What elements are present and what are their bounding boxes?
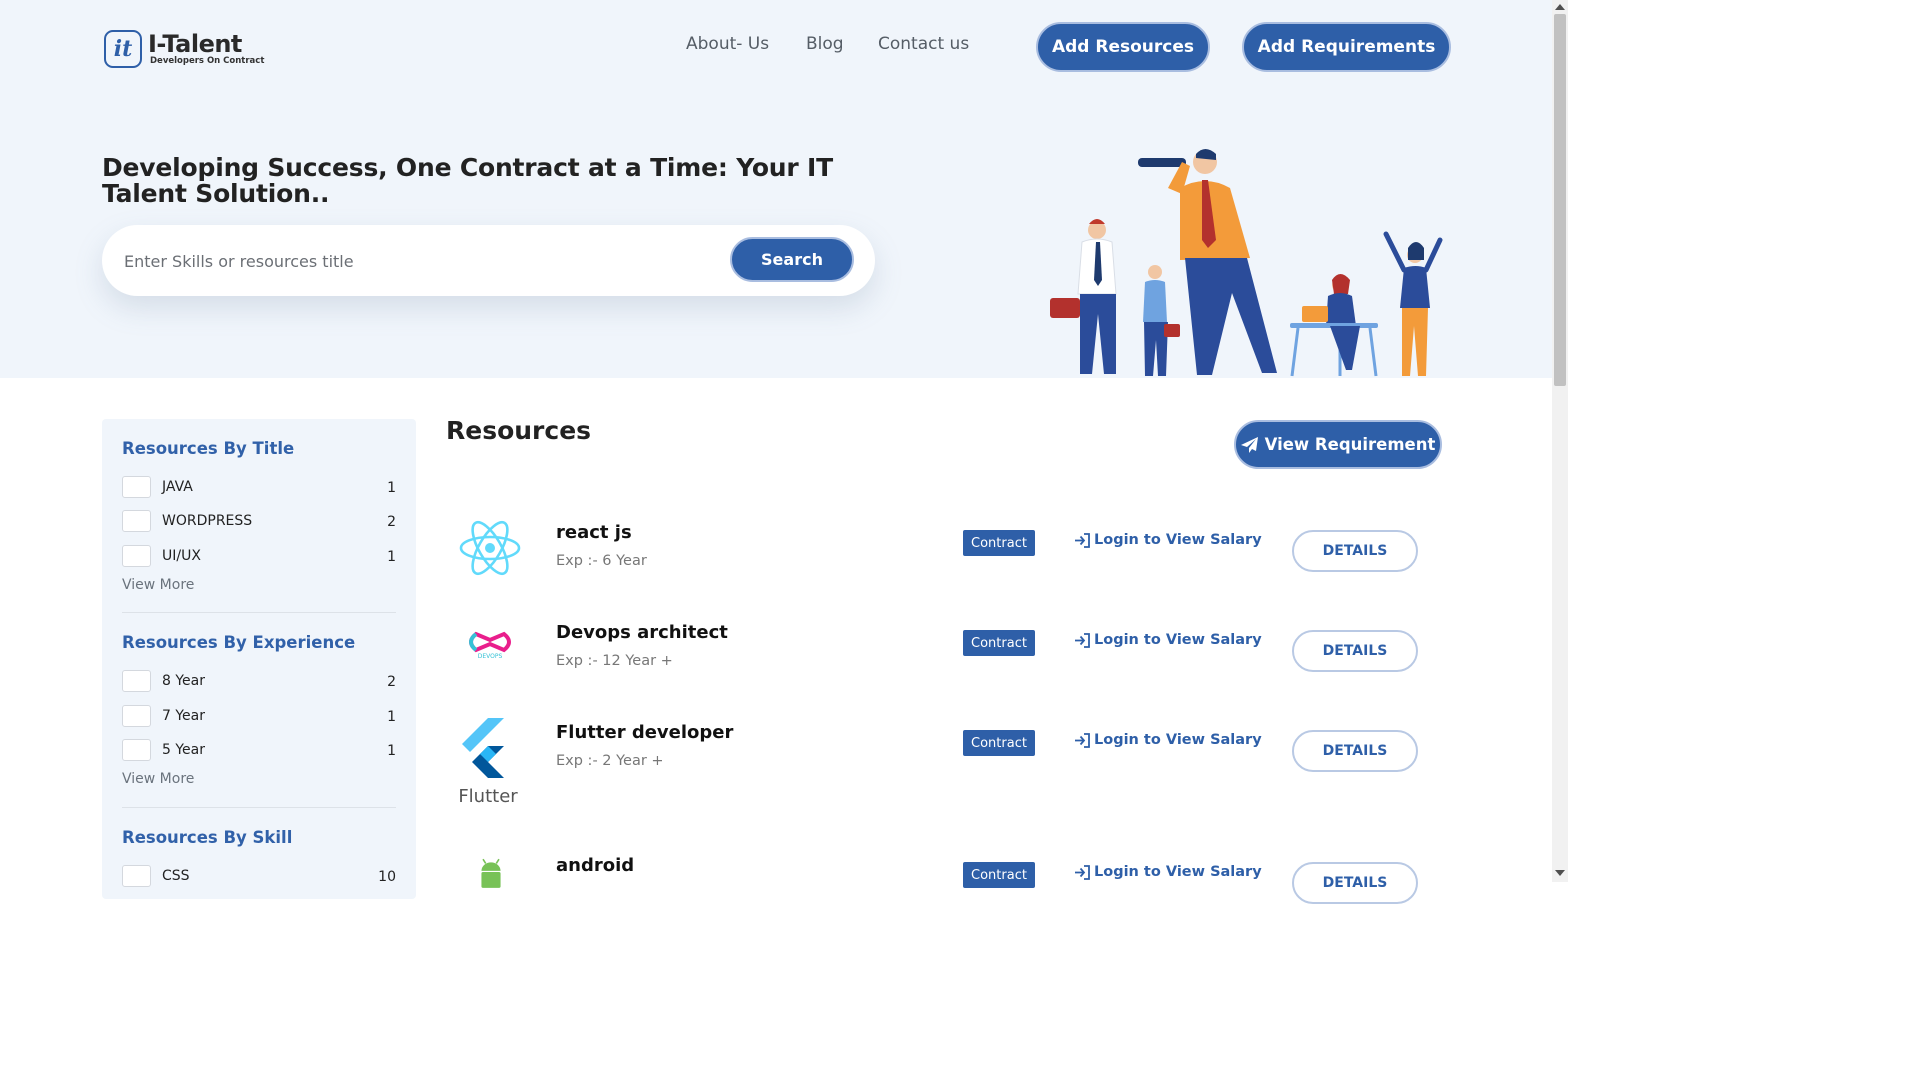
- filter-count: 1: [387, 480, 396, 496]
- hero-section: it I-Talent Developers On Contract About…: [0, 0, 1552, 378]
- login-to-view-salary-link[interactable]: Login to View Salary: [1074, 632, 1262, 648]
- salary-link-label: Login to View Salary: [1094, 732, 1262, 748]
- add-resources-button[interactable]: Add Resources: [1036, 22, 1210, 72]
- resources-heading: Resources: [446, 416, 592, 445]
- filter-item[interactable]: 8 Year 2: [122, 670, 396, 696]
- salary-link-label: Login to View Salary: [1094, 864, 1262, 880]
- filter-label: JAVA: [162, 479, 193, 495]
- salary-link-label: Login to View Salary: [1094, 532, 1262, 548]
- nav-link-contact[interactable]: Contact us: [878, 34, 969, 54]
- filter-sidebar: Resources By Title JAVA 1 WORDPRESS 2 UI…: [102, 419, 416, 899]
- contract-badge: Contract: [963, 630, 1035, 656]
- react-icon: [459, 520, 521, 576]
- details-button[interactable]: DETAILS: [1292, 862, 1418, 904]
- filter-count: 1: [387, 743, 396, 759]
- scroll-down-arrow-icon[interactable]: [1555, 870, 1565, 876]
- filter-group-skill: Resources By Skill CSS 10: [122, 828, 396, 887]
- login-icon: [1075, 864, 1090, 880]
- page-scrollbar[interactable]: [1552, 0, 1568, 882]
- logo-badge: it: [104, 30, 142, 68]
- filter-group-heading: Resources By Title: [122, 439, 295, 458]
- site-logo[interactable]: it I-Talent Developers On Contract: [104, 28, 264, 70]
- filter-label: 7 Year: [162, 708, 205, 724]
- filter-item[interactable]: 5 Year 1: [122, 739, 396, 765]
- details-button[interactable]: DETAILS: [1292, 730, 1418, 772]
- resource-title[interactable]: Devops architect: [556, 622, 728, 643]
- filter-checkbox[interactable]: [122, 510, 151, 532]
- filter-label: 8 Year: [162, 673, 205, 689]
- resource-title[interactable]: Flutter developer: [556, 722, 733, 743]
- filter-checkbox[interactable]: [122, 670, 151, 692]
- nav-link-about[interactable]: About- Us: [686, 34, 769, 54]
- view-more-link[interactable]: View More: [122, 771, 194, 787]
- filter-checkbox[interactable]: [122, 739, 151, 761]
- scroll-up-arrow-icon[interactable]: [1555, 4, 1565, 10]
- android-icon: [481, 858, 501, 888]
- filter-checkbox[interactable]: [122, 705, 151, 727]
- devops-icon: DEVOPS: [469, 631, 511, 660]
- filter-group-experience: Resources By Experience 8 Year 2 7 Year …: [122, 633, 396, 787]
- nav-link-blog[interactable]: Blog: [806, 34, 844, 54]
- paper-plane-icon: [1240, 436, 1258, 453]
- details-button[interactable]: DETAILS: [1292, 530, 1418, 572]
- logo-title: I-Talent: [148, 30, 242, 58]
- devops-logo-text: DEVOPS: [478, 653, 503, 660]
- filter-label: 5 Year: [162, 742, 205, 758]
- filter-item[interactable]: 7 Year 1: [122, 705, 396, 731]
- contract-badge: Contract: [963, 530, 1035, 556]
- filter-count: 1: [387, 709, 396, 725]
- view-requirement-button[interactable]: View Requirement: [1234, 420, 1442, 469]
- filter-item[interactable]: UI/UX 1: [122, 545, 396, 571]
- login-icon: [1075, 532, 1090, 548]
- details-button[interactable]: DETAILS: [1292, 630, 1418, 672]
- resource-title[interactable]: react js: [556, 522, 632, 543]
- login-to-view-salary-link[interactable]: Login to View Salary: [1074, 732, 1262, 748]
- filter-count: 1: [387, 549, 396, 565]
- salary-link-label: Login to View Salary: [1094, 632, 1262, 648]
- login-icon: [1075, 732, 1090, 748]
- filter-count: 2: [387, 514, 396, 530]
- resource-experience: Exp :- 2 Year +: [556, 753, 664, 769]
- filter-item[interactable]: WORDPRESS 2: [122, 510, 396, 536]
- filter-group-heading: Resources By Skill: [122, 828, 293, 847]
- scroll-thumb[interactable]: [1554, 14, 1566, 386]
- flutter-icon: Flutter: [458, 718, 518, 807]
- view-more-link[interactable]: View More: [122, 577, 194, 593]
- contract-badge: Contract: [963, 730, 1035, 756]
- filter-label: WORDPRESS: [162, 513, 253, 529]
- filter-checkbox[interactable]: [122, 865, 151, 887]
- search-button[interactable]: Search: [730, 237, 854, 282]
- divider: [122, 612, 396, 613]
- resource-title[interactable]: android: [556, 855, 634, 876]
- filter-label: UI/UX: [162, 548, 201, 564]
- login-to-view-salary-link[interactable]: Login to View Salary: [1074, 864, 1262, 880]
- view-requirement-label: View Requirement: [1264, 435, 1436, 454]
- resource-experience: Exp :- 12 Year +: [556, 653, 673, 669]
- divider: [122, 807, 396, 808]
- search-input[interactable]: [124, 245, 714, 277]
- resource-row: android Contract Login to View Salary DE…: [446, 854, 1446, 944]
- resource-experience: Exp :- 6 Year: [556, 553, 647, 569]
- filter-label: CSS: [162, 868, 190, 884]
- resource-row: Flutter Flutter developer Exp :- 2 Year …: [446, 718, 1446, 812]
- logo-subtitle: Developers On Contract: [150, 56, 265, 66]
- contract-badge: Contract: [963, 862, 1035, 888]
- filter-checkbox[interactable]: [122, 545, 151, 567]
- add-requirements-button[interactable]: Add Requirements: [1242, 22, 1451, 72]
- resource-row: DEVOPS Devops architect Exp :- 12 Year +…: [446, 622, 1446, 712]
- flutter-logo-text: Flutter: [458, 786, 518, 807]
- hero-title: Developing Success, One Contract at a Ti…: [102, 153, 833, 208]
- filter-count: 2: [387, 674, 396, 690]
- search-bar: Search: [102, 225, 875, 296]
- filter-item[interactable]: CSS 10: [122, 865, 396, 891]
- login-to-view-salary-link[interactable]: Login to View Salary: [1074, 532, 1262, 548]
- resource-row: react js Exp :- 6 Year Contract Login to…: [446, 520, 1446, 612]
- filter-count: 10: [378, 869, 396, 885]
- hero-illustration: [1050, 149, 1443, 377]
- login-icon: [1075, 632, 1090, 648]
- filter-item[interactable]: JAVA 1: [122, 476, 396, 502]
- filter-checkbox[interactable]: [122, 476, 151, 498]
- filter-group-title: Resources By Title JAVA 1 WORDPRESS 2 UI…: [122, 439, 396, 593]
- filter-group-heading: Resources By Experience: [122, 633, 356, 652]
